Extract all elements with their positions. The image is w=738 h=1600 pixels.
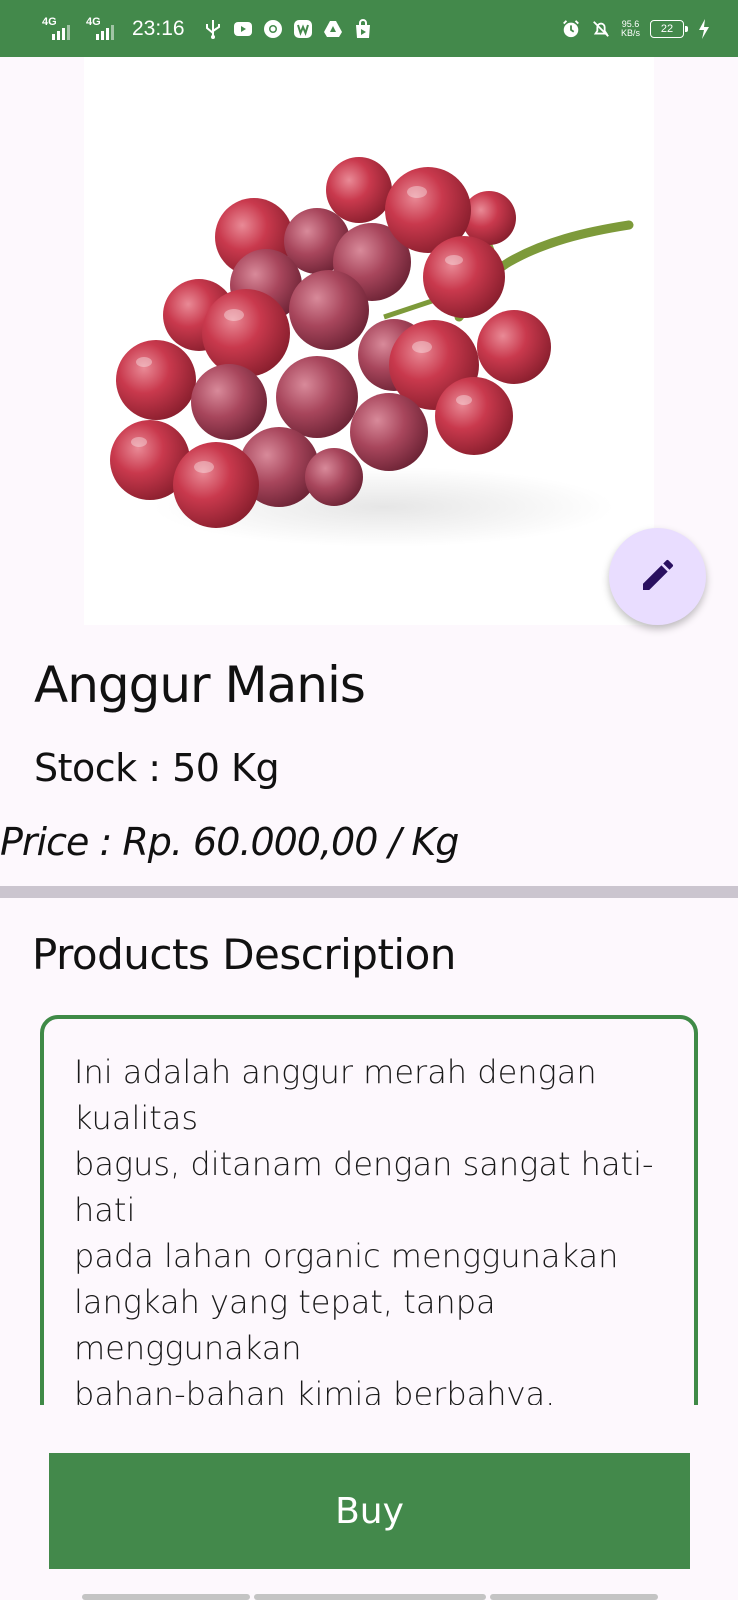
product-stock: Stock : 50 Kg <box>34 746 280 790</box>
chrome-icon <box>263 19 283 39</box>
youtube-icon <box>233 19 253 39</box>
product-name: Anggur Manis <box>34 656 366 714</box>
signal-1-icon: 4G <box>42 16 76 40</box>
battery-level: 22 <box>660 22 674 35</box>
grapes-image <box>110 157 634 547</box>
net-speed-unit: KB/s <box>620 27 640 38</box>
status-left: 4G 4G 23:16 <box>42 16 373 41</box>
status-bar: 4G 4G 23:16 95.6 KB/s 22 <box>0 0 738 57</box>
signal-2-icon: 4G <box>86 16 120 40</box>
usb-icon <box>203 19 223 39</box>
product-image <box>84 57 654 625</box>
alarm-icon <box>561 19 581 39</box>
clock: 23:16 <box>132 16 185 40</box>
product-price: Price : Rp. 60.000,00 / Kg <box>0 820 459 864</box>
buy-button[interactable]: Buy <box>49 1453 690 1569</box>
drive-icon <box>323 19 343 39</box>
description-heading: Products Description <box>32 930 456 979</box>
charging-icon <box>694 18 714 39</box>
edit-button[interactable] <box>609 528 706 625</box>
mute-bell-icon <box>591 19 611 39</box>
status-right: 95.6 KB/s 22 <box>561 18 714 39</box>
network-speed: 95.6 KB/s <box>620 19 640 38</box>
section-divider <box>0 886 738 898</box>
battery-icon: 22 <box>650 19 688 38</box>
description-box[interactable]: Ini adalah anggur merah dengan kualitas … <box>40 1015 698 1445</box>
description-text: Ini adalah anggur merah dengan kualitas … <box>74 1053 654 1413</box>
nav-handle-center <box>254 1594 486 1600</box>
app-w-icon <box>293 19 313 39</box>
pencil-icon <box>638 555 678 599</box>
nav-handle-left <box>82 1594 250 1600</box>
nav-handle-right <box>490 1594 658 1600</box>
store-icon <box>353 18 373 39</box>
